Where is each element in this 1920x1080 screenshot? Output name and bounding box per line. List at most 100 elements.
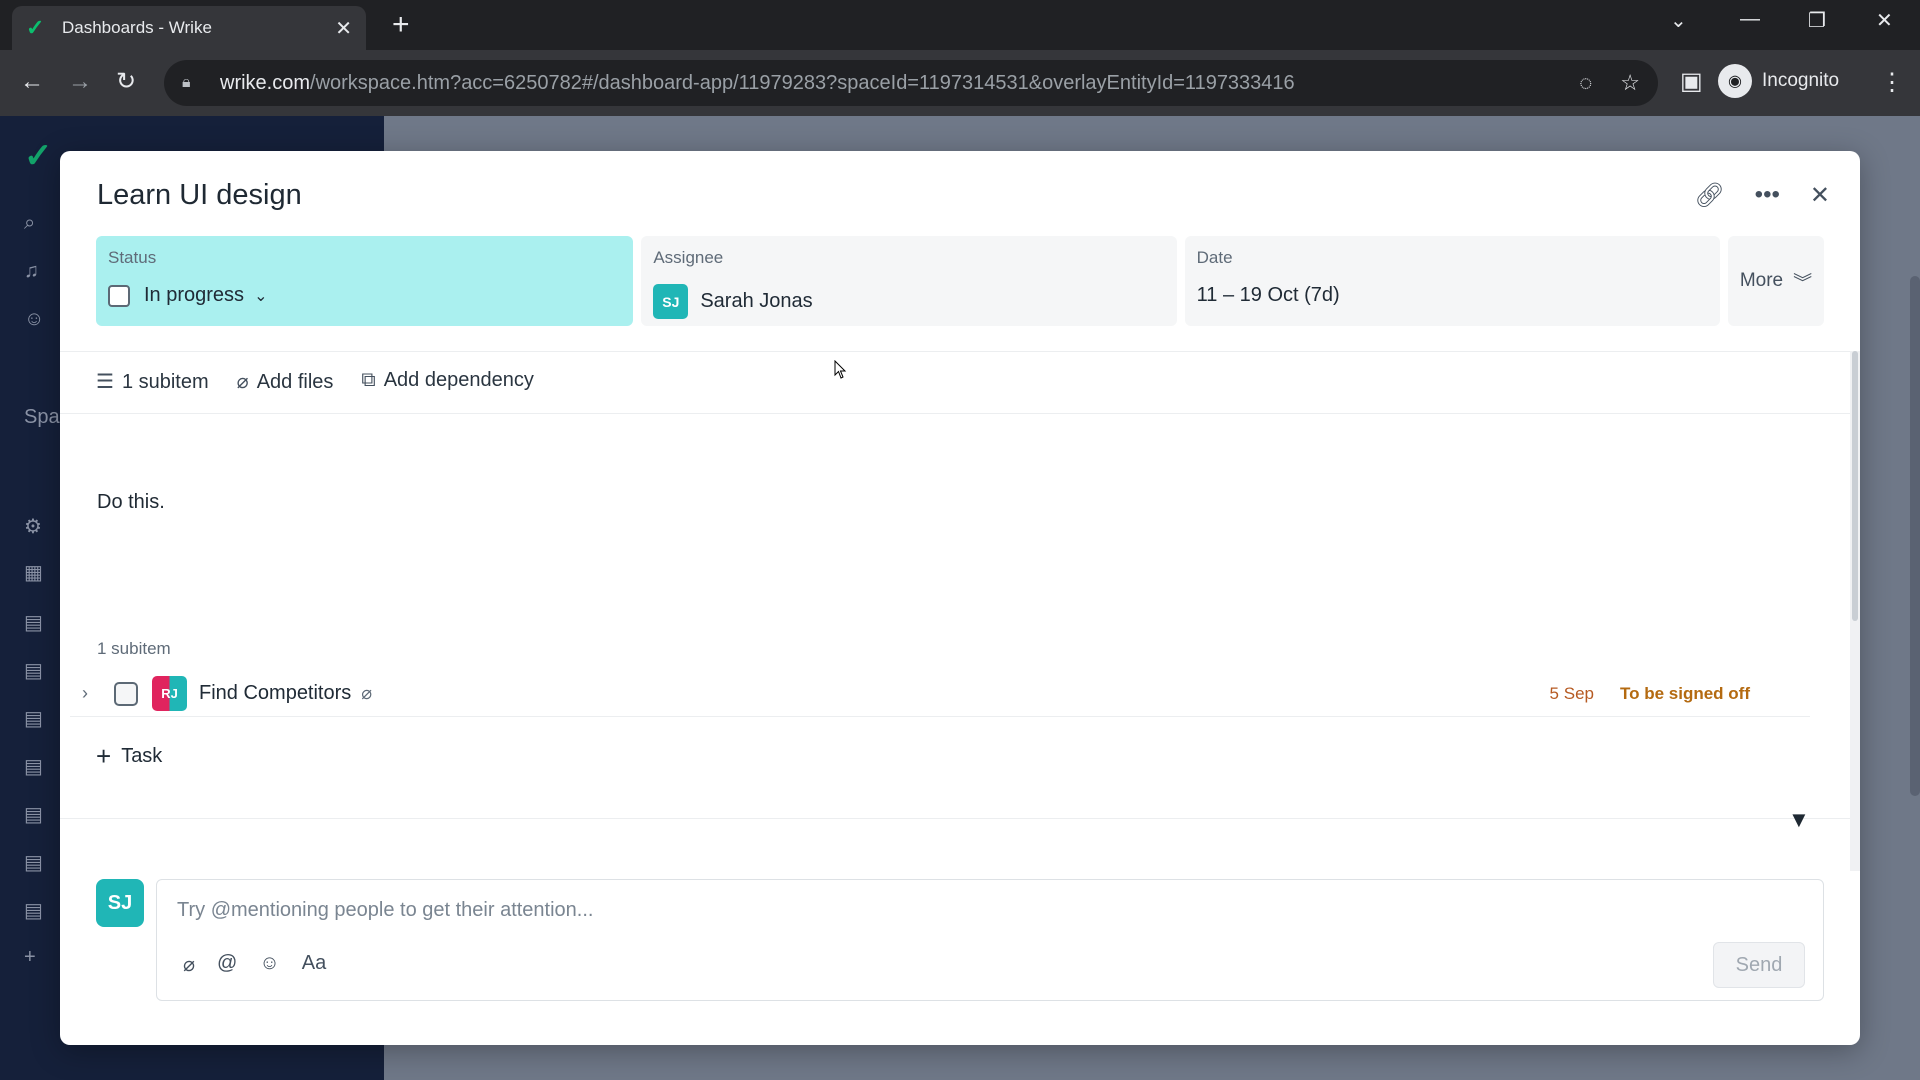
text-format-icon[interactable]: Aa	[302, 952, 326, 977]
new-tab-icon[interactable]: +	[392, 10, 410, 40]
assignee-field[interactable]: Assignee SJ Sarah Jonas	[641, 236, 1177, 326]
wrike-favicon-icon: ✓	[26, 15, 45, 40]
date-field[interactable]: Date 11 – 19 Oct (7d)	[1184, 236, 1720, 326]
comment-box: ⌀ @ ☺ Aa Send	[156, 879, 1824, 1001]
copy-link-icon[interactable]: 🔗︎	[1694, 181, 1724, 210]
subitem-name[interactable]: Find Competitors	[199, 682, 351, 705]
browser-menu-icon[interactable]: ⋮	[1880, 68, 1904, 97]
browser-toolbar: ← → ↻ 🔒︎ wrike.com /workspace.htm?acc=62…	[0, 50, 1920, 116]
double-chevron-down-icon: ︾	[1793, 272, 1813, 294]
divider	[60, 351, 1860, 352]
chevron-right-icon[interactable]: ›	[70, 683, 100, 704]
add-task-button[interactable]: + Task	[96, 741, 162, 772]
mention-icon[interactable]: @	[217, 952, 237, 977]
avatar: SJ	[653, 284, 689, 319]
add-files-button[interactable]: ⌀ Add files	[237, 369, 334, 394]
send-button[interactable]: Send	[1713, 942, 1805, 988]
date-label: Date	[1196, 248, 1233, 267]
browser-tab[interactable]: ✓ Dashboards - Wrike ✕	[12, 6, 366, 50]
dependency-icon: ⧉	[361, 369, 376, 391]
more-label: More	[1739, 270, 1784, 291]
back-icon[interactable]: ←	[20, 68, 44, 96]
subitems-count: 1 subitem	[121, 371, 209, 393]
avatar: SJ	[96, 879, 144, 927]
incognito-profile[interactable]: ◉ Incognito	[1718, 64, 1839, 98]
address-bar[interactable]: 🔒︎ wrike.com /workspace.htm?acc=6250782#…	[164, 60, 1658, 106]
incognito-label: Incognito	[1762, 70, 1840, 91]
lock-icon: 🔒︎	[182, 74, 191, 91]
modal-scrollbar[interactable]	[1850, 351, 1860, 871]
subitem-checkbox[interactable]	[114, 681, 138, 706]
assignee-label: Assignee	[653, 248, 724, 267]
window-close-icon[interactable]: ✕	[1876, 8, 1893, 33]
reload-icon[interactable]: ↻	[116, 68, 136, 96]
task-modal: Learn UI design 🔗︎ ••• ✕ Status In progr…	[60, 151, 1860, 1045]
forward-icon[interactable]: →	[68, 68, 92, 96]
task-title[interactable]: Learn UI design	[97, 179, 302, 212]
more-actions-icon[interactable]: •••	[1755, 181, 1780, 210]
wrike-logo: ✓	[24, 137, 53, 175]
clipboard-icon[interactable]: ▤	[24, 658, 48, 682]
eye-off-icon[interactable]: ◌	[1579, 70, 1592, 96]
subitems-icon: ☰	[96, 371, 114, 393]
subitems-button[interactable]: ☰ 1 subitem	[96, 369, 209, 394]
status-label: Status	[108, 248, 157, 267]
paperclip-icon: ⌀	[361, 683, 373, 703]
minimize-icon[interactable]: —	[1740, 8, 1760, 31]
browser-tab-bar: ✓ Dashboards - Wrike ✕ + ⌄ — ❐ ✕	[0, 0, 1920, 50]
add-dependency-button[interactable]: ⧉ Add dependency	[361, 369, 533, 394]
paperclip-icon: ⌀	[236, 371, 249, 393]
clipboard-icon[interactable]: ▤	[24, 610, 48, 634]
clipboard-icon[interactable]: ▤	[24, 850, 48, 874]
chevron-down-icon: ⌄	[254, 287, 268, 305]
search-icon[interactable]: ⌕	[24, 212, 48, 236]
status-field[interactable]: Status In progress ⌄	[96, 236, 634, 326]
incognito-icon: ◉	[1718, 64, 1752, 98]
bell-icon[interactable]: ♫	[24, 260, 48, 284]
close-modal-icon[interactable]: ✕	[1810, 181, 1830, 210]
tab-search-icon[interactable]: ⌄	[1670, 8, 1687, 33]
users-icon[interactable]: ☺	[24, 308, 48, 332]
task-fields: Status In progress ⌄ Assignee SJ Sarah J…	[96, 236, 1824, 326]
subitems-heading: 1 subitem	[97, 639, 171, 658]
emoji-icon[interactable]: ☺	[259, 952, 279, 977]
clipboard-icon[interactable]: ▤	[24, 754, 48, 778]
clipboard-icon[interactable]: ▤	[24, 802, 48, 826]
add-space-icon[interactable]: +	[24, 946, 48, 970]
divider	[60, 413, 1860, 414]
plus-icon: +	[96, 741, 112, 771]
url-host: wrike.com	[220, 71, 311, 94]
page-scrollbar[interactable]	[1910, 276, 1920, 796]
date-value: 11 – 19 Oct (7d)	[1196, 284, 1340, 306]
task-meta-row: ☰ 1 subitem ⌀ Add files ⧉ Add dependency	[96, 369, 534, 394]
subitem-date[interactable]: 5 Sep	[1550, 684, 1594, 704]
url-path: /workspace.htm?acc=6250782#/dashboard-ap…	[310, 71, 1295, 94]
more-fields-button[interactable]: More ︾	[1727, 236, 1824, 326]
comment-input[interactable]	[175, 898, 1375, 923]
tab-close-icon[interactable]: ✕	[335, 16, 352, 41]
tab-title: Dashboards - Wrike	[62, 18, 212, 37]
restore-icon[interactable]: ❐	[1808, 8, 1826, 33]
divider	[60, 818, 1860, 819]
filter-icon[interactable]: ▼	[1788, 807, 1810, 833]
task-description[interactable]: Do this.	[97, 491, 165, 514]
spaces-label: Spa	[24, 406, 60, 428]
assignee-name: Sarah Jonas	[700, 290, 813, 312]
clipboard-icon[interactable]: ▤	[24, 898, 48, 922]
side-panel-icon[interactable]: ▣	[1680, 68, 1703, 96]
add-dependency-label: Add dependency	[383, 369, 534, 391]
attach-icon[interactable]: ⌀	[183, 952, 195, 977]
mouse-cursor-icon	[834, 360, 847, 379]
scrollbar-thumb[interactable]	[1852, 351, 1858, 621]
clipboard-icon[interactable]: ▤	[24, 706, 48, 730]
status-value: In progress	[144, 284, 245, 306]
dashboard-icon[interactable]: ▦	[24, 560, 48, 584]
list-item[interactable]: › RJ Find Competitors ⌀ 5 Sep To be sign…	[70, 671, 1810, 717]
bookmark-star-icon[interactable]: ☆	[1620, 70, 1640, 96]
settings-icon[interactable]: ⚙	[24, 514, 48, 538]
status-checkbox[interactable]	[108, 284, 130, 307]
add-task-label: Task	[121, 745, 163, 767]
add-files-label: Add files	[256, 371, 334, 393]
avatar: RJ	[152, 676, 187, 711]
subitem-status[interactable]: To be signed off	[1620, 684, 1750, 704]
